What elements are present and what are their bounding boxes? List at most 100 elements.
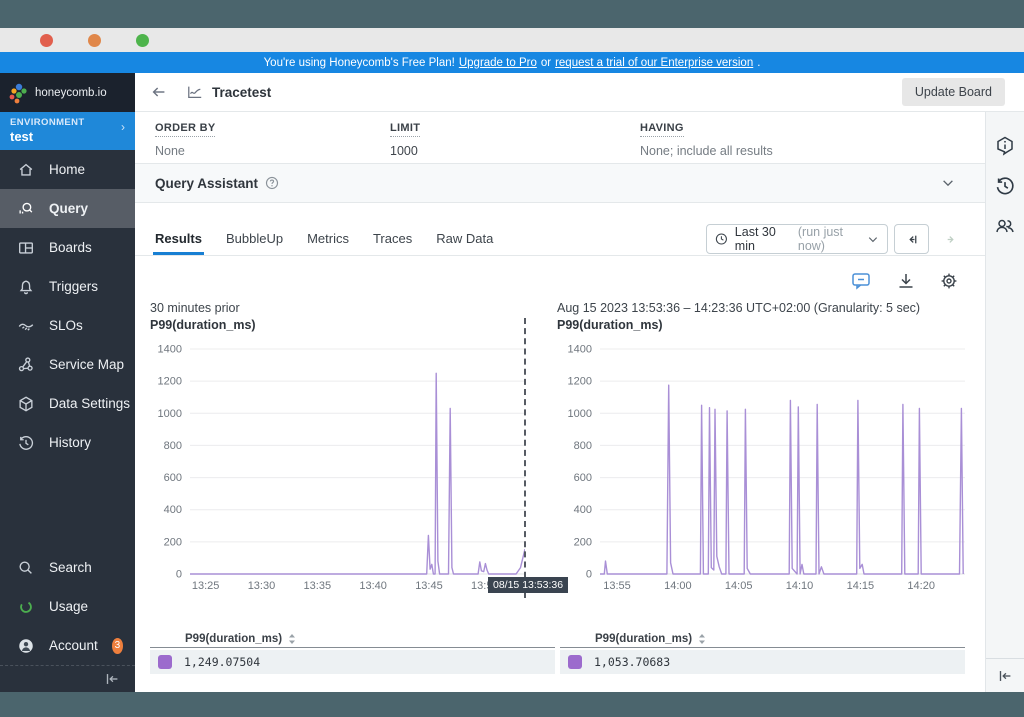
query-assistant-row[interactable]: Query Assistant bbox=[135, 163, 985, 203]
table-row[interactable]: 1,053.70683 bbox=[560, 650, 965, 674]
arrow-left-to-bar-icon bbox=[903, 231, 920, 248]
order-by-value[interactable]: None bbox=[155, 144, 215, 158]
svg-text:200: 200 bbox=[574, 536, 592, 548]
sidebar-item-account[interactable]: Account 3 bbox=[0, 626, 135, 665]
previous-period-line-chart[interactable]: 020040060080010001200140013:2513:3013:35… bbox=[150, 335, 525, 595]
minimize-window-icon[interactable] bbox=[88, 34, 101, 47]
sidebar-item-boards[interactable]: Boards bbox=[0, 228, 135, 267]
environment-switcher[interactable]: ENVIRONMENT test › bbox=[0, 112, 135, 150]
arrow-right-icon bbox=[943, 231, 960, 248]
series-swatch bbox=[568, 655, 582, 669]
current-period-chart: Aug 15 2023 13:53:36 – 14:23:36 UTC+02:0… bbox=[557, 301, 965, 595]
limit-value[interactable]: 1000 bbox=[390, 144, 420, 158]
sidebar-item-data-settings[interactable]: Data Settings bbox=[0, 384, 135, 423]
having-column[interactable]: HAVING None; include all results bbox=[640, 118, 773, 158]
summary-table-header[interactable]: P99(duration_ms) bbox=[560, 630, 965, 648]
download-icon[interactable] bbox=[895, 270, 917, 292]
tab-traces[interactable]: Traces bbox=[373, 225, 412, 255]
time-range-dropdown[interactable]: Last 30 min (run just now) bbox=[706, 224, 888, 254]
avatar-icon bbox=[17, 637, 35, 655]
service-map-icon bbox=[17, 356, 35, 374]
chart-series-label: P99(duration_ms) bbox=[557, 318, 965, 333]
tab-bubbleup[interactable]: BubbleUp bbox=[226, 225, 283, 255]
sort-icon[interactable] bbox=[697, 633, 707, 645]
query-history-button[interactable] bbox=[986, 166, 1024, 206]
sidebar-item-label: Boards bbox=[49, 240, 92, 255]
chart-caption: Aug 15 2023 13:53:36 – 14:23:36 UTC+02:0… bbox=[557, 301, 965, 318]
summary-value: 1,249.07504 bbox=[184, 655, 260, 669]
chart-toolbar bbox=[135, 270, 985, 300]
previous-period-chart: 30 minutes prior P99(duration_ms) 020040… bbox=[150, 301, 525, 595]
honeycomb-logo[interactable]: honeycomb.io bbox=[0, 73, 135, 112]
limit-column[interactable]: LIMIT 1000 bbox=[390, 118, 420, 158]
now-marker-tooltip: 08/15 13:53:36 bbox=[488, 577, 568, 593]
banner-text-suffix: . bbox=[757, 57, 760, 69]
svg-text:14:15: 14:15 bbox=[847, 580, 875, 592]
update-board-button[interactable]: Update Board bbox=[902, 78, 1005, 106]
sidebar-item-query[interactable]: Query bbox=[0, 189, 135, 228]
sort-icon[interactable] bbox=[287, 633, 297, 645]
chevron-down-icon[interactable] bbox=[941, 176, 955, 190]
free-plan-banner: You're using Honeycomb's Free Plan! Upgr… bbox=[0, 52, 1024, 73]
svg-text:13:35: 13:35 bbox=[304, 580, 332, 592]
right-rail bbox=[985, 112, 1024, 692]
help-icon[interactable] bbox=[265, 176, 279, 190]
previous-query-button[interactable] bbox=[894, 224, 929, 254]
maximize-window-icon[interactable] bbox=[136, 34, 149, 47]
current-period-line-chart[interactable]: 020040060080010001200140013:5514:0014:05… bbox=[560, 335, 965, 595]
sidebar-item-home[interactable]: Home bbox=[0, 150, 135, 189]
svg-text:13:25: 13:25 bbox=[192, 580, 220, 592]
summary-column-header: P99(duration_ms) bbox=[185, 633, 282, 645]
svg-text:13:55: 13:55 bbox=[603, 580, 631, 592]
table-row[interactable]: 1,249.07504 bbox=[150, 650, 555, 674]
sidebar-item-search[interactable]: Search bbox=[0, 548, 135, 587]
sidebar-item-triggers[interactable]: Triggers bbox=[0, 267, 135, 306]
query-icon bbox=[17, 200, 35, 218]
main-content: ORDER BY None LIMIT 1000 HAVING None; in… bbox=[135, 112, 985, 692]
sidebar-item-service-map[interactable]: Service Map bbox=[0, 345, 135, 384]
gear-icon[interactable] bbox=[938, 270, 960, 292]
sidebar-collapse-button[interactable] bbox=[0, 665, 135, 692]
svg-text:800: 800 bbox=[574, 440, 592, 452]
sidebar-item-slos[interactable]: SLOs bbox=[0, 306, 135, 345]
team-activity-button[interactable] bbox=[986, 206, 1024, 246]
sidebar-item-history[interactable]: History bbox=[0, 423, 135, 462]
svg-text:1400: 1400 bbox=[568, 344, 592, 356]
chart-caption: 30 minutes prior bbox=[150, 301, 525, 318]
environment-label: ENVIRONMENT bbox=[10, 117, 125, 128]
rail-collapse-button[interactable] bbox=[986, 658, 1024, 692]
collapse-left-icon bbox=[103, 670, 121, 688]
svg-text:800: 800 bbox=[164, 440, 182, 452]
back-arrow-icon[interactable] bbox=[150, 83, 168, 101]
honeycomb-logo-icon bbox=[8, 81, 30, 105]
clock-icon bbox=[715, 232, 728, 246]
svg-text:1000: 1000 bbox=[568, 408, 592, 420]
dataset-info-button[interactable] bbox=[986, 126, 1024, 166]
svg-text:14:10: 14:10 bbox=[786, 580, 814, 592]
summary-table-header[interactable]: P99(duration_ms) bbox=[150, 630, 555, 648]
next-query-button-disabled bbox=[934, 224, 969, 254]
order-by-column[interactable]: ORDER BY None bbox=[155, 118, 215, 158]
sidebar-item-label: SLOs bbox=[49, 318, 83, 333]
tab-results[interactable]: Results bbox=[155, 225, 202, 255]
history-icon bbox=[17, 434, 35, 452]
app-root: You're using Honeycomb's Free Plan! Upgr… bbox=[0, 0, 1024, 717]
close-window-icon[interactable] bbox=[40, 34, 53, 47]
svg-text:600: 600 bbox=[164, 472, 182, 484]
upgrade-to-pro-link[interactable]: Upgrade to Pro bbox=[459, 57, 537, 69]
chevron-right-icon: › bbox=[121, 120, 125, 134]
previous-period-summary-table: P99(duration_ms) 1,249.07504 bbox=[150, 630, 555, 674]
sidebar-item-label: Data Settings bbox=[49, 396, 130, 411]
sidebar-item-usage[interactable]: Usage bbox=[0, 587, 135, 626]
boards-icon bbox=[17, 239, 35, 257]
tab-raw-data[interactable]: Raw Data bbox=[436, 225, 493, 255]
environment-name: test bbox=[10, 129, 125, 144]
chart-series-label: P99(duration_ms) bbox=[150, 318, 525, 333]
sidebar-item-label: Home bbox=[49, 162, 85, 177]
tab-metrics[interactable]: Metrics bbox=[307, 225, 349, 255]
enterprise-trial-link[interactable]: request a trial of our Enterprise versio… bbox=[555, 57, 753, 69]
sidebar-item-label: Search bbox=[49, 560, 92, 575]
sidebar-item-label: Triggers bbox=[49, 279, 98, 294]
comment-icon[interactable] bbox=[850, 270, 872, 292]
having-value[interactable]: None; include all results bbox=[640, 144, 773, 158]
